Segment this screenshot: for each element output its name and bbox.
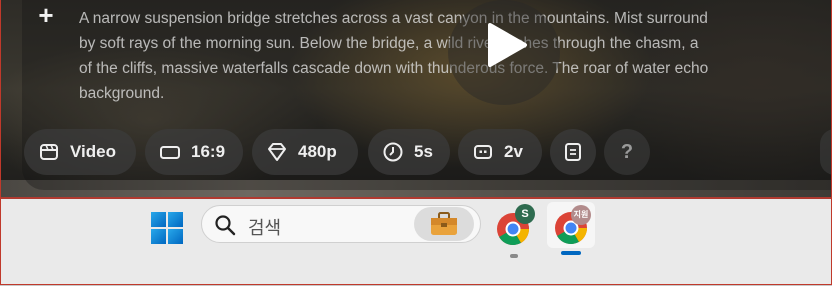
- document-icon: [562, 141, 584, 163]
- active-indicator: [561, 251, 581, 255]
- diamond-icon: [266, 141, 288, 163]
- windows-taskbar: 검색 S 지원: [1, 197, 831, 285]
- add-button[interactable]: +: [34, 2, 58, 28]
- chip-label: 2v: [504, 142, 523, 161]
- search-highlight[interactable]: [414, 207, 474, 241]
- video-icon: [38, 141, 60, 163]
- storyboard-chip[interactable]: [550, 129, 596, 175]
- duration-chip[interactable]: 5s: [368, 129, 450, 175]
- running-indicator: [510, 254, 518, 258]
- windows-logo-icon: [151, 212, 183, 244]
- profile-badge: 지원: [571, 205, 591, 225]
- play-button[interactable]: [448, 0, 560, 105]
- variations-icon: [472, 141, 494, 163]
- variations-chip[interactable]: 2v: [458, 129, 542, 175]
- generation-toolbar: Video 16:9 480p 5s 2v ?: [0, 129, 832, 175]
- aspect-ratio-chip[interactable]: 16:9: [145, 129, 243, 175]
- search-placeholder: 검색: [248, 218, 282, 239]
- chip-label: 480p: [298, 142, 337, 161]
- chip-label: 5s: [414, 142, 433, 161]
- type-chip[interactable]: Video: [24, 129, 136, 175]
- chip-label: Video: [70, 142, 116, 161]
- taskbar-search[interactable]: 검색: [201, 205, 481, 243]
- play-icon: [488, 23, 527, 67]
- taskbar-divider: [1, 197, 831, 199]
- video-preview: + A narrow suspension bridge stretches a…: [0, 0, 832, 197]
- profile-badge: S: [515, 204, 535, 224]
- help-button[interactable]: ?: [604, 129, 650, 175]
- prompt-line: background.: [79, 85, 165, 102]
- clock-icon: [382, 141, 404, 163]
- chip-label: 16:9: [191, 142, 226, 161]
- chrome-app-profile-2[interactable]: 지원: [547, 202, 595, 255]
- chrome-app-profile-s[interactable]: S: [495, 204, 535, 258]
- briefcase-icon: [431, 212, 457, 235]
- search-icon: [215, 215, 236, 236]
- aspect-ratio-icon: [159, 141, 181, 163]
- resolution-chip[interactable]: 480p: [252, 129, 358, 175]
- start-button[interactable]: [150, 211, 184, 245]
- toolbar-overflow-chip[interactable]: [820, 129, 832, 175]
